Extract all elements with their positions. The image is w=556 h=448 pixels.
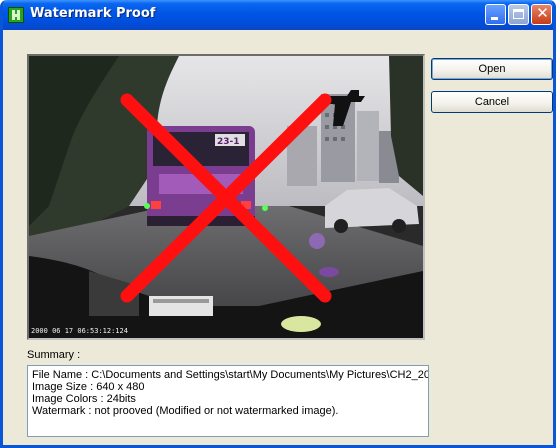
maximize-button[interactable] [508, 4, 529, 25]
photo-timestamp: 2000 06 17 06:53:12:124 [31, 327, 128, 335]
summary-line-image-size: Image Size : 640 x 480 [32, 381, 145, 393]
window-title: Watermark Proof [30, 6, 156, 21]
cancel-button[interactable]: Cancel [431, 91, 553, 113]
bus-route-label: 23-1 [217, 137, 240, 147]
maximize-icon [513, 9, 524, 19]
open-button[interactable]: Open [431, 58, 553, 80]
summary-textbox[interactable]: File Name : C:\Documents and Settings\st… [27, 365, 429, 437]
dashcam-photo: 23-1 [29, 56, 423, 338]
app-icon [8, 7, 24, 23]
minimize-button[interactable] [485, 4, 506, 25]
summary-line-image-colors: Image Colors : 24bits [32, 393, 136, 405]
summary-label: Summary : [27, 349, 81, 361]
watermark-proof-window: Watermark Proof ✕ 23-1 2000 06 17 06:53:… [0, 0, 556, 448]
title-bar[interactable]: Watermark Proof ✕ [3, 0, 553, 30]
summary-line-watermark: Watermark : not prooved (Modified or not… [32, 405, 339, 417]
image-preview: 23-1 2000 06 17 06:53:12:124 [27, 54, 425, 340]
minimize-icon [491, 17, 498, 20]
summary-line-file-name: File Name : C:\Documents and Settings\st… [32, 369, 429, 381]
close-button[interactable]: ✕ [531, 4, 552, 25]
close-icon: ✕ [536, 4, 549, 22]
